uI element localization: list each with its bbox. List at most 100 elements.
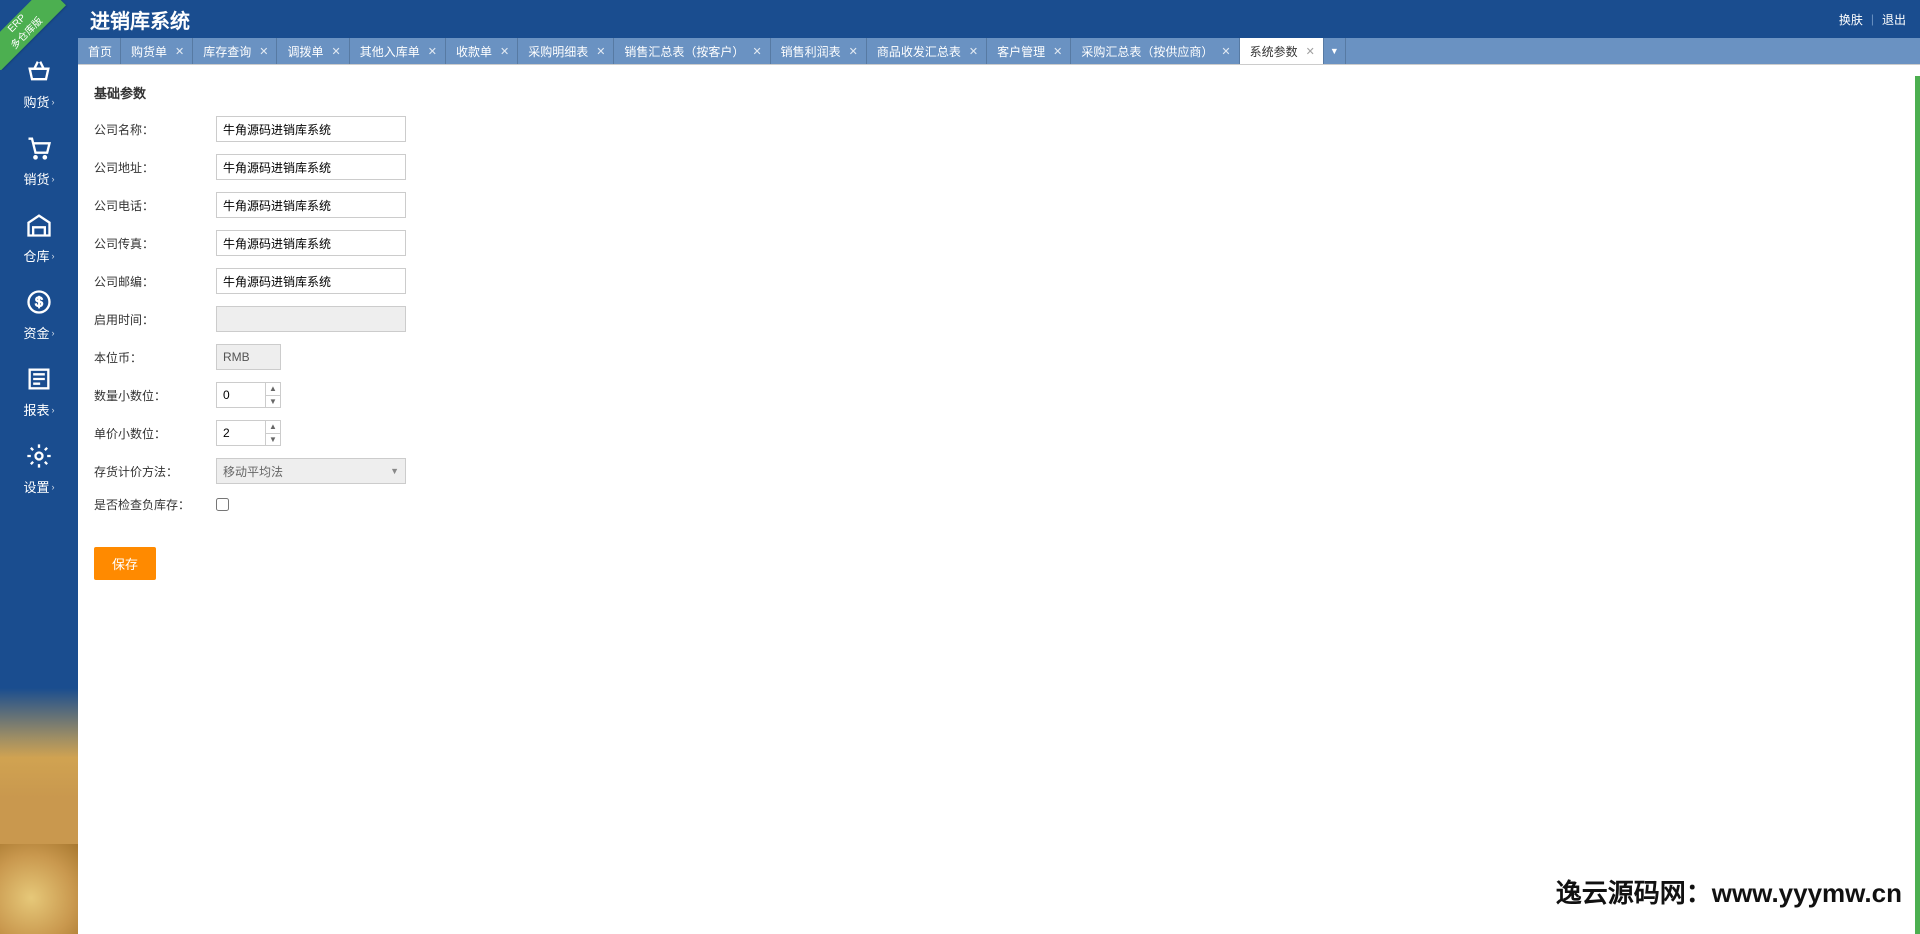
stepper-up-icon[interactable]: ▲ [266,383,280,396]
tab-客户管理[interactable]: 客户管理✕ [987,38,1071,64]
label-company-fax: 公司传真： [94,235,216,252]
right-edge-bar [1915,76,1920,934]
tab-label: 其他入库单 [360,43,420,60]
sidebar-item-settings[interactable]: 设置› [0,427,78,504]
label-check-neg: 是否检查负库存： [94,496,216,513]
sidebar-item-label: 销货 [23,169,49,188]
sidebar-item-label: 报表 [23,400,49,419]
cost-method-select[interactable]: 移动平均法 ▼ [216,458,406,484]
tab-label: 首页 [88,43,112,60]
divider: | [1871,12,1874,26]
company-name-input[interactable] [216,116,406,142]
money-icon: $ [24,287,54,317]
sidebar: 购货› 销货› 仓库› $ 资金› [0,38,78,934]
section-title: 基础参数 [94,83,1904,102]
price-decimal-input[interactable] [217,421,265,445]
chevron-right-icon: › [52,328,55,338]
tab-其他入库单[interactable]: 其他入库单 ✕ [350,38,446,64]
tab-label: 销售汇总表（按客户） [624,43,744,60]
version-ribbon: ERP 多仓库版 [0,0,70,70]
logout-link[interactable]: 退出 [1882,11,1906,28]
tab-label: 收款单 [456,43,492,60]
label-company-tel: 公司电话： [94,197,216,214]
close-icon[interactable]: ✕ [1221,45,1230,58]
header: ERP 多仓库版 进销库系统 换肤 | 退出 [0,0,1920,38]
watermark-text: 逸云源码网：www.yyymw.cn [1556,873,1902,910]
report-icon [24,364,54,394]
stepper-down-icon[interactable]: ▼ [266,434,280,446]
chevron-right-icon: › [52,251,55,261]
app-title: 进销库系统 [90,5,190,34]
stepper-up-icon[interactable]: ▲ [266,421,280,434]
chevron-down-icon: ▼ [1330,46,1339,56]
tab-销售利润表[interactable]: 销售利润表 ✕ [771,38,867,64]
label-company-name: 公司名称： [94,121,216,138]
company-addr-input[interactable] [216,154,406,180]
label-company-addr: 公司地址： [94,159,216,176]
qty-decimal-input[interactable] [217,383,265,407]
tab-购货单[interactable]: 购货单 ✕ [121,38,193,64]
close-icon[interactable]: ✕ [332,45,341,58]
qty-decimal-stepper[interactable]: ▲▼ [216,382,281,408]
sidebar-item-label: 购货 [23,92,49,111]
tab-调拨单[interactable]: 调拨单 ✕ [277,38,349,64]
chevron-right-icon: › [52,174,55,184]
tab-label: 购货单 [131,43,167,60]
skin-link[interactable]: 换肤 [1839,11,1863,28]
chevron-right-icon: › [52,405,55,415]
label-company-zip: 公司邮编： [94,273,216,290]
tab-overflow-menu[interactable]: ▼ [1324,38,1346,64]
close-icon[interactable]: ✕ [500,45,509,58]
chevron-right-icon: › [52,482,55,492]
check-neg-checkbox[interactable] [216,498,229,511]
close-icon[interactable]: ✕ [752,45,761,58]
svg-text:$: $ [35,294,43,310]
tab-采购汇总表（按供应商）[interactable]: 采购汇总表（按供应商） ✕ [1071,38,1239,64]
tab-label: 采购明细表 [528,43,588,60]
company-tel-input[interactable] [216,192,406,218]
cost-method-value: 移动平均法 [223,463,283,480]
close-icon[interactable]: ✕ [849,45,858,58]
sidebar-item-label: 仓库 [23,246,49,265]
save-button[interactable]: 保存 [94,547,156,580]
label-cost-method: 存货计价方法： [94,463,216,480]
company-zip-input[interactable] [216,268,406,294]
close-icon[interactable]: ✕ [1053,45,1062,58]
close-icon[interactable]: ✕ [259,45,268,58]
tab-label: 采购汇总表（按供应商） [1081,43,1213,60]
decorative-hay [0,844,78,934]
label-start-date: 启用时间： [94,311,216,328]
close-icon[interactable]: ✕ [969,45,978,58]
tab-收款单[interactable]: 收款单 ✕ [446,38,518,64]
cart-icon [24,133,54,163]
sidebar-item-report[interactable]: 报表› [0,350,78,427]
tab-label: 销售利润表 [781,43,841,60]
start-date-input [216,306,406,332]
tabbar: 首页购货单✕库存查询✕调拨单✕其他入库单✕收款单✕采购明细表✕销售汇总表（按客户… [78,38,1920,65]
sidebar-item-sales[interactable]: 销货› [0,119,78,196]
currency-input [216,344,281,370]
tab-label: 调拨单 [287,43,323,60]
tab-销售汇总表（按客户）[interactable]: 销售汇总表（按客户） ✕ [614,38,770,64]
tab-label: 商品收发汇总表 [877,43,961,60]
sidebar-item-money[interactable]: $ 资金› [0,273,78,350]
close-icon[interactable]: ✕ [428,45,437,58]
chevron-right-icon: › [52,97,55,107]
sidebar-item-warehouse[interactable]: 仓库› [0,196,78,273]
sidebar-item-label: 资金 [23,323,49,342]
tab-库存查询[interactable]: 库存查询✕ [193,38,277,64]
label-qty-decimal: 数量小数位： [94,387,216,404]
tab-商品收发汇总表[interactable]: 商品收发汇总表 ✕ [867,38,987,64]
price-decimal-stepper[interactable]: ▲▼ [216,420,281,446]
close-icon[interactable]: ✕ [175,45,184,58]
close-icon[interactable]: ✕ [596,45,605,58]
company-fax-input[interactable] [216,230,406,256]
stepper-down-icon[interactable]: ▼ [266,396,280,408]
tab-首页[interactable]: 首页 [78,38,121,64]
chevron-down-icon: ▼ [390,466,399,476]
tab-采购明细表[interactable]: 采购明细表 ✕ [518,38,614,64]
close-icon[interactable]: ✕ [1306,45,1315,58]
warehouse-icon [24,210,54,240]
label-currency: 本位币： [94,349,216,366]
tab-系统参数[interactable]: 系统参数✕ [1240,38,1324,64]
